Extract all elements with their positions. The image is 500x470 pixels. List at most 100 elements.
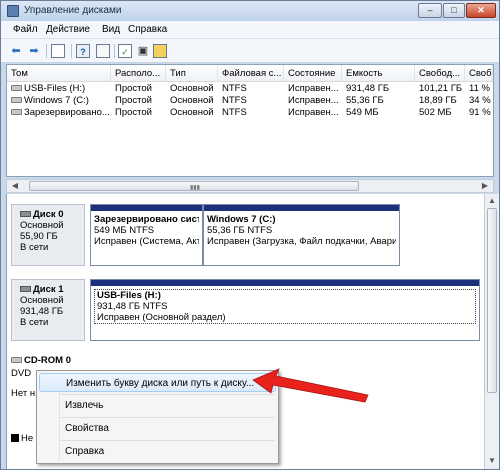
volume-name: USB-Files (H:) xyxy=(24,83,86,94)
menu-item-change-drive-letter[interactable]: Изменить букву диска или путь к диску... xyxy=(39,373,276,392)
free-percent-cell: 91 % xyxy=(469,107,491,118)
volume-list-header: Том Располо... Тип Файловая с... Состоян… xyxy=(7,65,493,82)
type-cell: Основной xyxy=(170,95,214,106)
column-header-volume[interactable]: Том xyxy=(7,65,111,82)
column-header-free-percent[interactable]: Своб xyxy=(465,65,493,82)
partition-status: Исправен (Основной раздел) xyxy=(97,312,226,323)
layout-cell: Простой xyxy=(115,95,152,106)
table-row[interactable]: Зарезервировано... Простой Основной NTFS… xyxy=(7,107,493,119)
properties-icon[interactable] xyxy=(96,44,110,58)
minimize-button[interactable]: – xyxy=(418,3,442,18)
hard-disk-icon xyxy=(20,286,31,292)
back-icon[interactable]: ⬅ xyxy=(9,44,23,58)
disk-size: 931,48 ГБ xyxy=(20,306,64,317)
volume-drive-icon xyxy=(11,109,22,115)
annotation-arrow xyxy=(252,368,369,403)
capacity-cell: 549 МБ xyxy=(346,107,379,118)
disk-list-icon[interactable] xyxy=(153,44,167,58)
disk-size: 55,90 ГБ xyxy=(20,231,58,242)
scrollbar-thumb[interactable]: ▮▮▮ xyxy=(29,181,359,191)
capacity-cell: 931,48 ГБ xyxy=(346,83,390,94)
scrollbar-thumb[interactable] xyxy=(487,208,497,393)
disk-1-label[interactable]: Диск 1 Основной 931,48 ГБ В сети xyxy=(11,279,85,341)
menu-item-help[interactable]: Справка xyxy=(39,442,276,461)
status-cell: Исправен... xyxy=(288,107,339,118)
capacity-cell: 55,36 ГБ xyxy=(346,95,384,106)
column-header-layout[interactable]: Располо... xyxy=(111,65,166,82)
column-header-status[interactable]: Состояние xyxy=(284,65,342,82)
disk-management-app-icon xyxy=(7,5,19,17)
disk-0-label[interactable]: Диск 0 Основной 55,90 ГБ В сети xyxy=(11,204,85,266)
partition-status: Исправен (Загрузка, Файл подкачки, Авари… xyxy=(207,236,396,247)
partition-size: 931,48 ГБ NTFS xyxy=(97,301,168,312)
help-icon[interactable]: ? xyxy=(76,44,90,58)
volume-drive-icon xyxy=(11,97,22,103)
disk-name: Диск 0 xyxy=(33,209,64,220)
column-header-type[interactable]: Тип xyxy=(166,65,218,82)
volume-list: Том Располо... Тип Файловая с... Состоян… xyxy=(6,64,494,177)
scroll-left-icon[interactable]: ◀ xyxy=(9,181,21,191)
refresh-icon[interactable]: ✓ xyxy=(118,44,132,58)
menu-item-eject[interactable]: Извлечь xyxy=(39,396,276,415)
horizontal-scrollbar[interactable]: ◀ ▮▮▮ ▶ xyxy=(6,179,494,193)
column-header-filesystem[interactable]: Файловая с... xyxy=(218,65,284,82)
table-row[interactable]: USB-Files (H:) Простой Основной NTFS Исп… xyxy=(7,83,493,95)
layout-cell: Простой xyxy=(115,83,152,94)
scroll-down-icon[interactable]: ▼ xyxy=(487,456,497,465)
column-header-free-space[interactable]: Свобод... xyxy=(415,65,465,82)
volume-cell: USB-Files (H:) xyxy=(7,83,111,95)
window-title: Управление дисками xyxy=(24,5,122,16)
console-tree-icon[interactable] xyxy=(51,44,65,58)
filesystem-cell: NTFS xyxy=(222,95,247,106)
type-cell: Основной xyxy=(170,107,214,118)
toolbar: ⬅ ➡ ? ✓ ▣ xyxy=(1,39,499,63)
volume-cell: Зарезервировано... xyxy=(7,107,111,119)
partition-name: Windows 7 (C:) xyxy=(207,214,276,225)
toolbar-separator xyxy=(114,44,115,58)
partition-info: Windows 7 (C:) 55,36 ГБ NTFS Исправен (З… xyxy=(207,214,396,247)
maximize-button[interactable]: □ xyxy=(443,3,465,18)
partition-usb-files-h[interactable]: USB-Files (H:) 931,48 ГБ NTFS Исправен (… xyxy=(90,279,480,341)
free-space-cell: 101,21 ГБ xyxy=(419,83,463,94)
partition-bar xyxy=(91,280,479,286)
disk-type: Основной xyxy=(20,220,64,231)
menu-view[interactable]: Вид xyxy=(102,24,120,35)
hard-disk-icon xyxy=(20,211,31,217)
filesystem-cell: NTFS xyxy=(222,107,247,118)
disk-management-window: Управление дисками – □ ✕ Файл Действие В… xyxy=(0,0,500,470)
disk-name: Диск 1 xyxy=(33,284,64,295)
table-row[interactable]: Windows 7 (C:) Простой Основной NTFS Исп… xyxy=(7,95,493,107)
disk-type: Основной xyxy=(20,295,64,306)
title-bar[interactable]: Управление дисками – □ ✕ xyxy=(1,1,499,21)
partition-system-reserved[interactable]: Зарезервировано систе 549 МБ NTFS Исправ… xyxy=(90,204,203,266)
volume-name: Зарезервировано... xyxy=(24,107,110,118)
column-header-capacity[interactable]: Емкость xyxy=(342,65,415,82)
menu-bar: Файл Действие Вид Справка xyxy=(1,21,499,39)
free-percent-cell: 11 % xyxy=(469,83,490,94)
menu-item-properties[interactable]: Свойства xyxy=(39,419,276,438)
settings-icon[interactable]: ▣ xyxy=(136,44,150,58)
legend: Не xyxy=(11,433,33,444)
menu-file[interactable]: Файл xyxy=(13,24,38,35)
vertical-scrollbar[interactable]: ▲ ▼ xyxy=(484,194,499,469)
close-button[interactable]: ✕ xyxy=(466,3,496,18)
forward-icon[interactable]: ➡ xyxy=(27,44,41,58)
cdrom-icon xyxy=(11,357,22,363)
volume-name: Windows 7 (C:) xyxy=(24,95,89,106)
menu-help[interactable]: Справка xyxy=(128,24,167,35)
partition-bar xyxy=(204,205,399,211)
scroll-up-icon[interactable]: ▲ xyxy=(487,196,497,205)
menu-action[interactable]: Действие xyxy=(46,24,90,35)
grip-icon: ▮▮▮ xyxy=(190,185,200,191)
toolbar-separator xyxy=(71,44,72,58)
menu-separator xyxy=(61,394,274,395)
partition-name: Зарезервировано систе xyxy=(94,214,199,225)
free-space-cell: 502 МБ xyxy=(419,107,452,118)
status-cell: Исправен... xyxy=(288,95,339,106)
cdrom-name: CD-ROM 0 xyxy=(24,355,71,366)
legend-label: Не xyxy=(21,433,34,444)
partition-size: 55,36 ГБ NTFS xyxy=(207,225,273,236)
partition-windows-c[interactable]: Windows 7 (C:) 55,36 ГБ NTFS Исправен (З… xyxy=(203,204,400,266)
partition-name: USB-Files (H:) xyxy=(97,290,161,301)
scroll-right-icon[interactable]: ▶ xyxy=(479,181,491,191)
